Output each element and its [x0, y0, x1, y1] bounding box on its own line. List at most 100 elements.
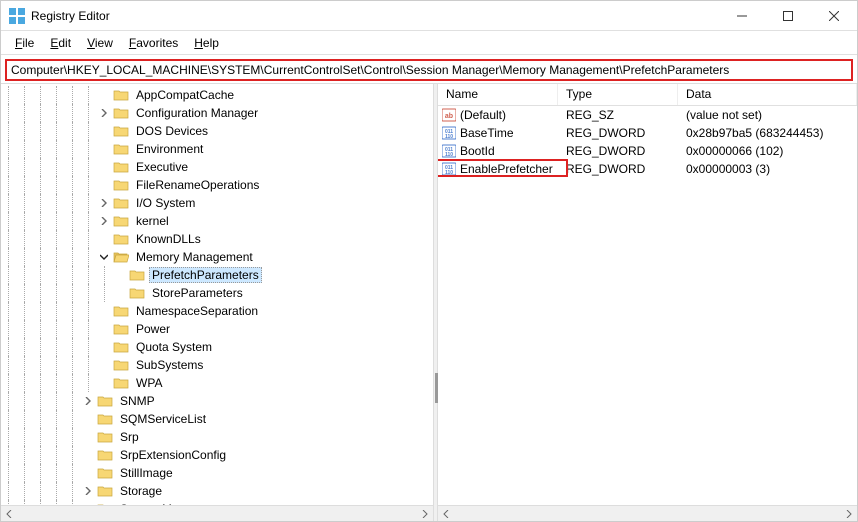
chevron-right-icon[interactable] — [97, 106, 111, 120]
chevron-right-icon[interactable] — [97, 214, 111, 228]
list-row[interactable]: BaseTime REG_DWORD0x28b97ba5 (683244453) — [438, 124, 857, 142]
folder-icon — [113, 88, 129, 102]
tree-item-label: DOS Devices — [133, 123, 211, 139]
tree-item-label: Executive — [133, 159, 191, 175]
list-row[interactable]: (Default)REG_SZ(value not set) — [438, 106, 857, 124]
value-type: REG_DWORD — [558, 125, 678, 141]
folder-icon — [97, 430, 113, 444]
maximize-button[interactable] — [765, 1, 811, 31]
tree-item[interactable]: DOS Devices — [1, 122, 433, 140]
minimize-button[interactable] — [719, 1, 765, 31]
tree-item[interactable]: Power — [1, 320, 433, 338]
folder-icon — [113, 142, 129, 156]
tree-expander-empty — [113, 286, 127, 300]
tree-item[interactable]: I/O System — [1, 194, 433, 212]
value-data: 0x00000003 (3) — [678, 161, 857, 177]
tree-item-label: SrpExtensionConfig — [117, 447, 229, 463]
tree-item[interactable]: NamespaceSeparation — [1, 302, 433, 320]
tree-item[interactable]: PrefetchParameters — [1, 266, 433, 284]
tree-item[interactable]: AppCompatCache — [1, 86, 433, 104]
tree-item-label: Power — [133, 321, 173, 337]
address-bar[interactable]: Computer\HKEY_LOCAL_MACHINE\SYSTEM\Curre… — [5, 59, 853, 81]
tree-pane[interactable]: AppCompatCacheConfiguration ManagerDOS D… — [1, 84, 433, 521]
tree-expander-empty — [81, 448, 95, 462]
tree-expander-empty — [97, 340, 111, 354]
chevron-down-icon[interactable] — [97, 250, 111, 264]
column-data[interactable]: Data — [678, 84, 857, 105]
dword-value-icon — [442, 126, 456, 140]
tree-item[interactable]: Quota System — [1, 338, 433, 356]
menu-help[interactable]: Help — [186, 34, 227, 52]
tree-item-label: SubSystems — [133, 357, 206, 373]
tree-expander-empty — [97, 178, 111, 192]
list-horizontal-scrollbar[interactable] — [438, 505, 857, 521]
tree-expander-empty — [81, 430, 95, 444]
tree-item[interactable]: Srp — [1, 428, 433, 446]
menu-file[interactable]: File — [7, 34, 42, 52]
tree-expander-empty — [97, 304, 111, 318]
menubar: File Edit View Favorites Help — [1, 31, 857, 55]
tree-item[interactable]: Executive — [1, 158, 433, 176]
tree-item[interactable]: Configuration Manager — [1, 104, 433, 122]
chevron-right-icon[interactable] — [97, 196, 111, 210]
dword-value-icon — [442, 162, 456, 176]
titlebar: Registry Editor — [1, 1, 857, 31]
menu-view[interactable]: View — [79, 34, 121, 52]
folder-icon — [97, 412, 113, 426]
dword-value-icon — [442, 144, 456, 158]
close-button[interactable] — [811, 1, 857, 31]
tree-expander-empty — [97, 358, 111, 372]
tree-item-label: WPA — [133, 375, 165, 391]
tree-item[interactable]: SrpExtensionConfig — [1, 446, 433, 464]
tree-horizontal-scrollbar[interactable] — [1, 505, 433, 521]
tree-item[interactable]: KnownDLLs — [1, 230, 433, 248]
tree-item[interactable]: kernel — [1, 212, 433, 230]
folder-icon — [129, 286, 145, 300]
chevron-right-icon[interactable] — [81, 484, 95, 498]
tree-expander-empty — [97, 376, 111, 390]
tree-expander-empty — [97, 160, 111, 174]
tree-item[interactable]: WPA — [1, 374, 433, 392]
tree-item-label: SQMServiceList — [117, 411, 209, 427]
list-pane[interactable]: Name Type Data (Default)REG_SZ(value not… — [438, 84, 857, 521]
folder-icon — [113, 160, 129, 174]
value-name: BootId — [460, 144, 495, 158]
folder-icon — [113, 376, 129, 390]
tree-item[interactable]: SQMServiceList — [1, 410, 433, 428]
tree-item[interactable]: SNMP — [1, 392, 433, 410]
app-icon — [9, 8, 25, 24]
folder-icon — [113, 124, 129, 138]
value-type: REG_DWORD — [558, 161, 678, 177]
value-name: (Default) — [460, 108, 506, 122]
tree-expander-empty — [113, 268, 127, 282]
folder-icon — [113, 232, 129, 246]
value-data: 0x28b97ba5 (683244453) — [678, 125, 857, 141]
chevron-right-icon[interactable] — [81, 394, 95, 408]
tree-expander-empty — [97, 322, 111, 336]
tree-item[interactable]: FileRenameOperations — [1, 176, 433, 194]
tree-expander-empty — [97, 88, 111, 102]
tree-item[interactable]: Environment — [1, 140, 433, 158]
tree-expander-empty — [97, 142, 111, 156]
menu-edit[interactable]: Edit — [42, 34, 79, 52]
folder-icon — [113, 106, 129, 120]
tree-item[interactable]: Memory Management — [1, 248, 433, 266]
list-row[interactable]: BootIdREG_DWORD0x00000066 (102) — [438, 142, 857, 160]
tree-item[interactable]: Storage — [1, 482, 433, 500]
tree-item[interactable]: SubSystems — [1, 356, 433, 374]
value-type: REG_DWORD — [558, 143, 678, 159]
tree-item[interactable]: StoreParameters — [1, 284, 433, 302]
list-row[interactable]: EnablePrefetcherREG_DWORD0x00000003 (3) — [438, 160, 857, 178]
tree-expander-empty — [97, 124, 111, 138]
value-name: BaseTime — [460, 126, 514, 140]
tree-item[interactable]: StillImage — [1, 464, 433, 482]
folder-icon — [113, 322, 129, 336]
value-data: (value not set) — [678, 107, 857, 123]
menu-favorites[interactable]: Favorites — [121, 34, 186, 52]
column-type[interactable]: Type — [558, 84, 678, 105]
tree-item-label: AppCompatCache — [133, 87, 237, 103]
column-name[interactable]: Name — [438, 84, 558, 105]
folder-icon — [113, 214, 129, 228]
folder-icon — [113, 196, 129, 210]
tree-expander-empty — [81, 466, 95, 480]
